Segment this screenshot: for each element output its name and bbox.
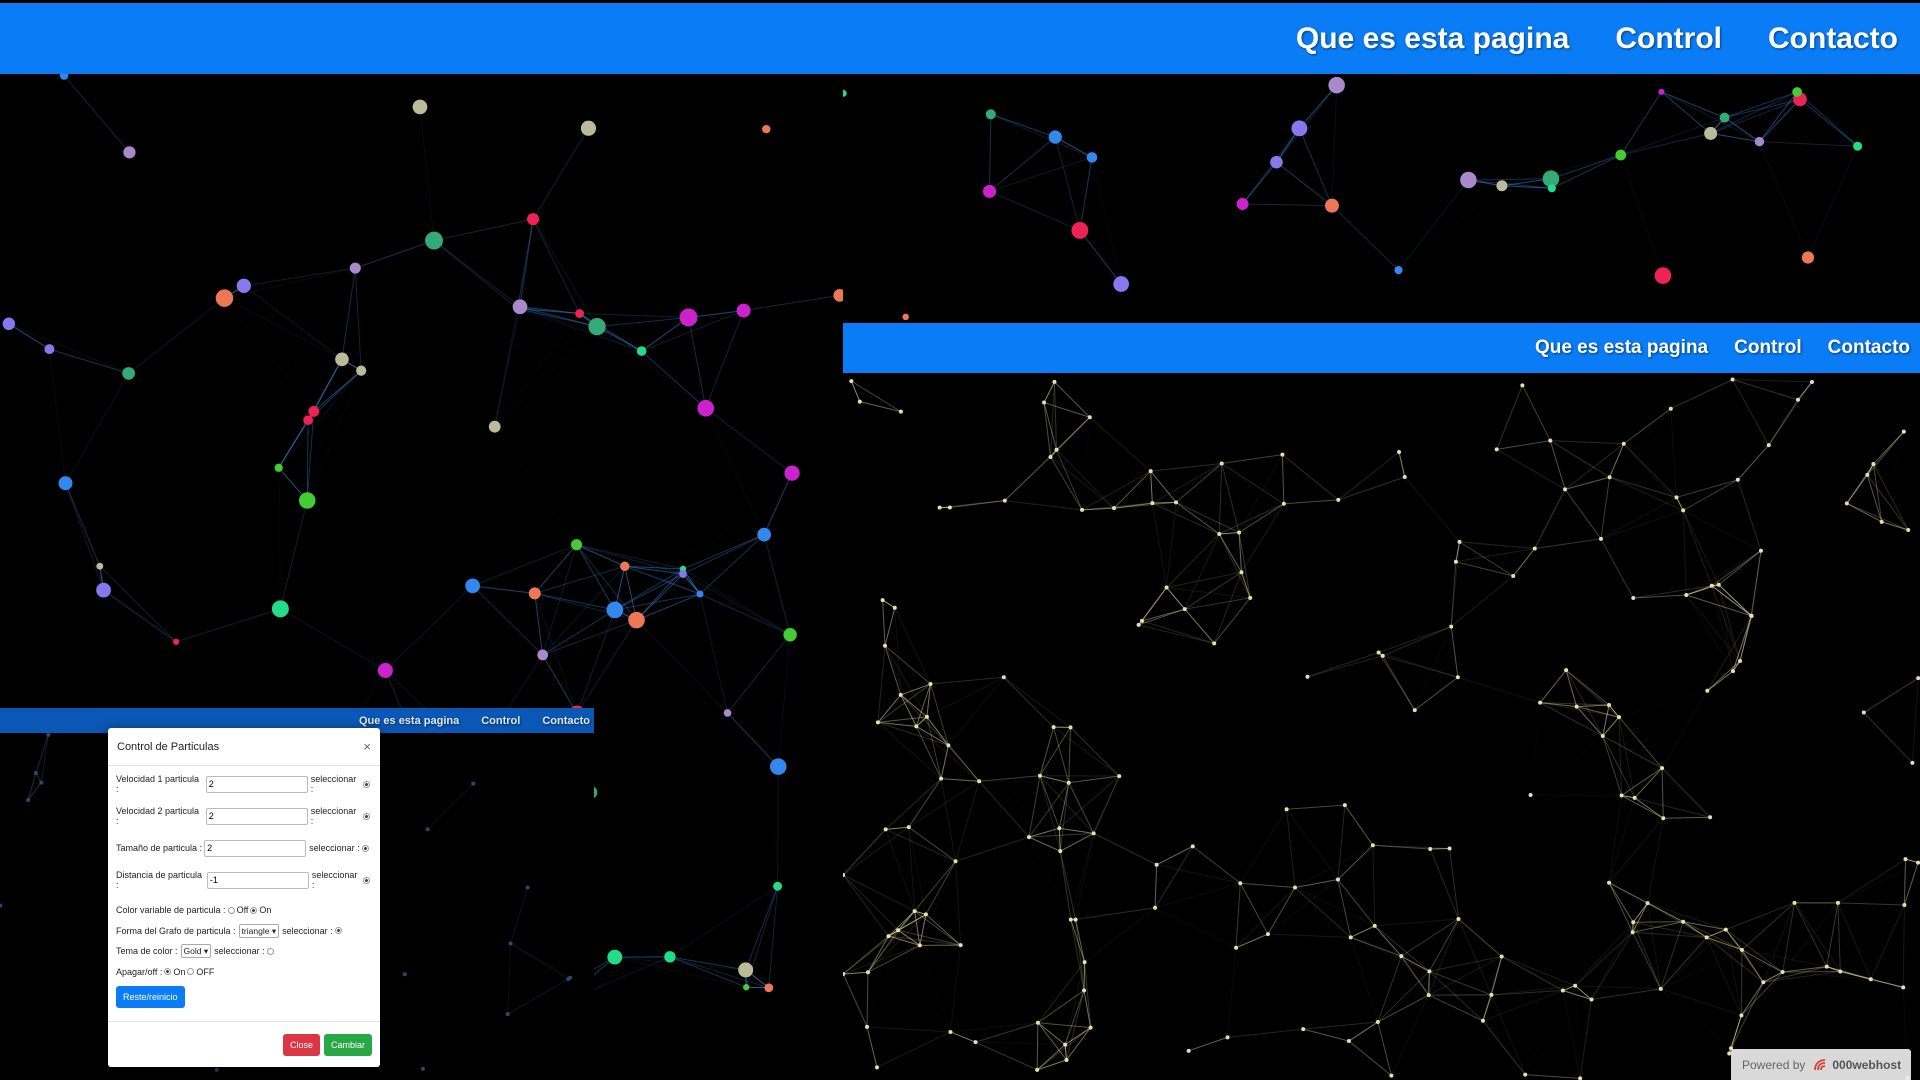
tema-label: Tema de color : [116, 946, 178, 957]
nav-link-control[interactable]: Control [1734, 337, 1802, 359]
modal-body: Velocidad 1 particula : seleccionar : Ve… [108, 766, 380, 1010]
tamano-row: Tamaño de particula : seleccionar : [116, 832, 372, 864]
modal-footer: Close Cambiar [108, 1021, 380, 1067]
powered-by-badge[interactable]: Powered by 000webhost [1731, 1049, 1911, 1080]
powered-by-text: Powered by [1742, 1057, 1806, 1072]
distancia-input[interactable] [206, 871, 309, 889]
embedded-navbar-right: Que es esta pagina Control Contacto [843, 323, 1920, 373]
reset-button[interactable]: Reste/reinicio [116, 986, 185, 1008]
forma-select[interactable]: triangle ▾ [238, 923, 280, 938]
nav-link-contacto[interactable]: Contacto [1828, 337, 1910, 359]
select-label: seleccionar : [310, 806, 357, 826]
forma-label: Forma del Grafo de particula : [116, 925, 236, 936]
apagar-off-label: OFF [196, 966, 215, 977]
forma-select-value: triangle [241, 925, 270, 936]
particle-canvas-blue-top-right [843, 74, 1920, 323]
select-label: seleccionar : [214, 946, 265, 957]
particle-control-modal: Control de Particulas × Velocidad 1 part… [108, 728, 380, 1067]
velocidad-2-label: Velocidad 2 particula : [116, 806, 200, 826]
velocidad-1-select-radio[interactable] [363, 780, 371, 788]
modal-header: Control de Particulas × [108, 728, 380, 766]
tamano-input[interactable] [204, 839, 307, 857]
nav-link-contacto[interactable]: Contacto [1768, 22, 1898, 56]
select-label: seleccionar : [282, 925, 333, 936]
select-label: seleccionar : [311, 870, 358, 890]
forma-row: Forma del Grafo de particula : triangle … [116, 921, 372, 942]
velocidad-2-row: Velocidad 2 particula : seleccionar : [116, 800, 372, 832]
color-variable-label: Color variable de particula : [116, 905, 226, 916]
tema-row: Tema de color : Gold ▾ seleccionar : [116, 941, 372, 962]
apagar-on-label: On [173, 966, 186, 977]
velocidad-1-label: Velocidad 1 particula : [116, 774, 200, 794]
tema-select-radio[interactable] [266, 947, 274, 955]
distancia-select-radio[interactable] [363, 876, 370, 884]
nav-link-que-es[interactable]: Que es esta pagina [1535, 337, 1708, 359]
color-variable-on-label: On [259, 905, 272, 916]
color-variable-off-radio[interactable] [227, 906, 235, 914]
tema-select-value: Gold [183, 946, 202, 957]
nav-link-que-es[interactable]: Que es esta pagina [1296, 22, 1569, 56]
color-variable-row: Color variable de particula : Off On [116, 900, 372, 921]
nav-link-control[interactable]: Control [481, 715, 520, 727]
velocidad-2-select-radio[interactable] [363, 812, 371, 820]
apply-button[interactable]: Cambiar [323, 1033, 372, 1056]
nav-link-control[interactable]: Control [1615, 22, 1722, 56]
nav-link-que-es[interactable]: Que es esta pagina [359, 715, 459, 727]
close-button[interactable]: Close [282, 1033, 320, 1056]
forma-select-radio[interactable] [334, 927, 342, 935]
tamano-label: Tamaño de particula : [116, 843, 203, 853]
distancia-label: Distancia de particula : [116, 870, 203, 890]
velocidad-2-input[interactable] [205, 807, 308, 825]
apagar-label: Apagar/off : [116, 966, 163, 977]
nav-link-contacto[interactable]: Contacto [542, 715, 590, 727]
apagar-off-radio[interactable] [187, 968, 195, 976]
velocidad-1-input[interactable] [205, 775, 308, 793]
tema-select[interactable]: Gold ▾ [180, 944, 212, 959]
close-icon[interactable]: × [363, 739, 371, 754]
particle-canvas-gold [843, 373, 1920, 1080]
modal-title: Control de Particulas [117, 740, 220, 753]
apagar-on-radio[interactable] [164, 968, 172, 976]
velocidad-1-row: Velocidad 1 particula : seleccionar : [116, 768, 372, 800]
select-label: seleccionar : [310, 774, 357, 794]
select-label: seleccionar : [309, 843, 360, 853]
main-navbar: Que es esta pagina Control Contacto [0, 3, 1920, 74]
distancia-row: Distancia de particula : seleccionar : [116, 864, 372, 896]
webhost-brand: 000webhost [1832, 1057, 1902, 1072]
webhost-logo-icon [1814, 1058, 1826, 1070]
color-variable-on-radio[interactable] [250, 906, 258, 914]
color-variable-off-label: Off [236, 905, 249, 916]
tamano-select-radio[interactable] [361, 844, 369, 852]
apagar-row: Apagar/off : On OFF [116, 962, 372, 983]
